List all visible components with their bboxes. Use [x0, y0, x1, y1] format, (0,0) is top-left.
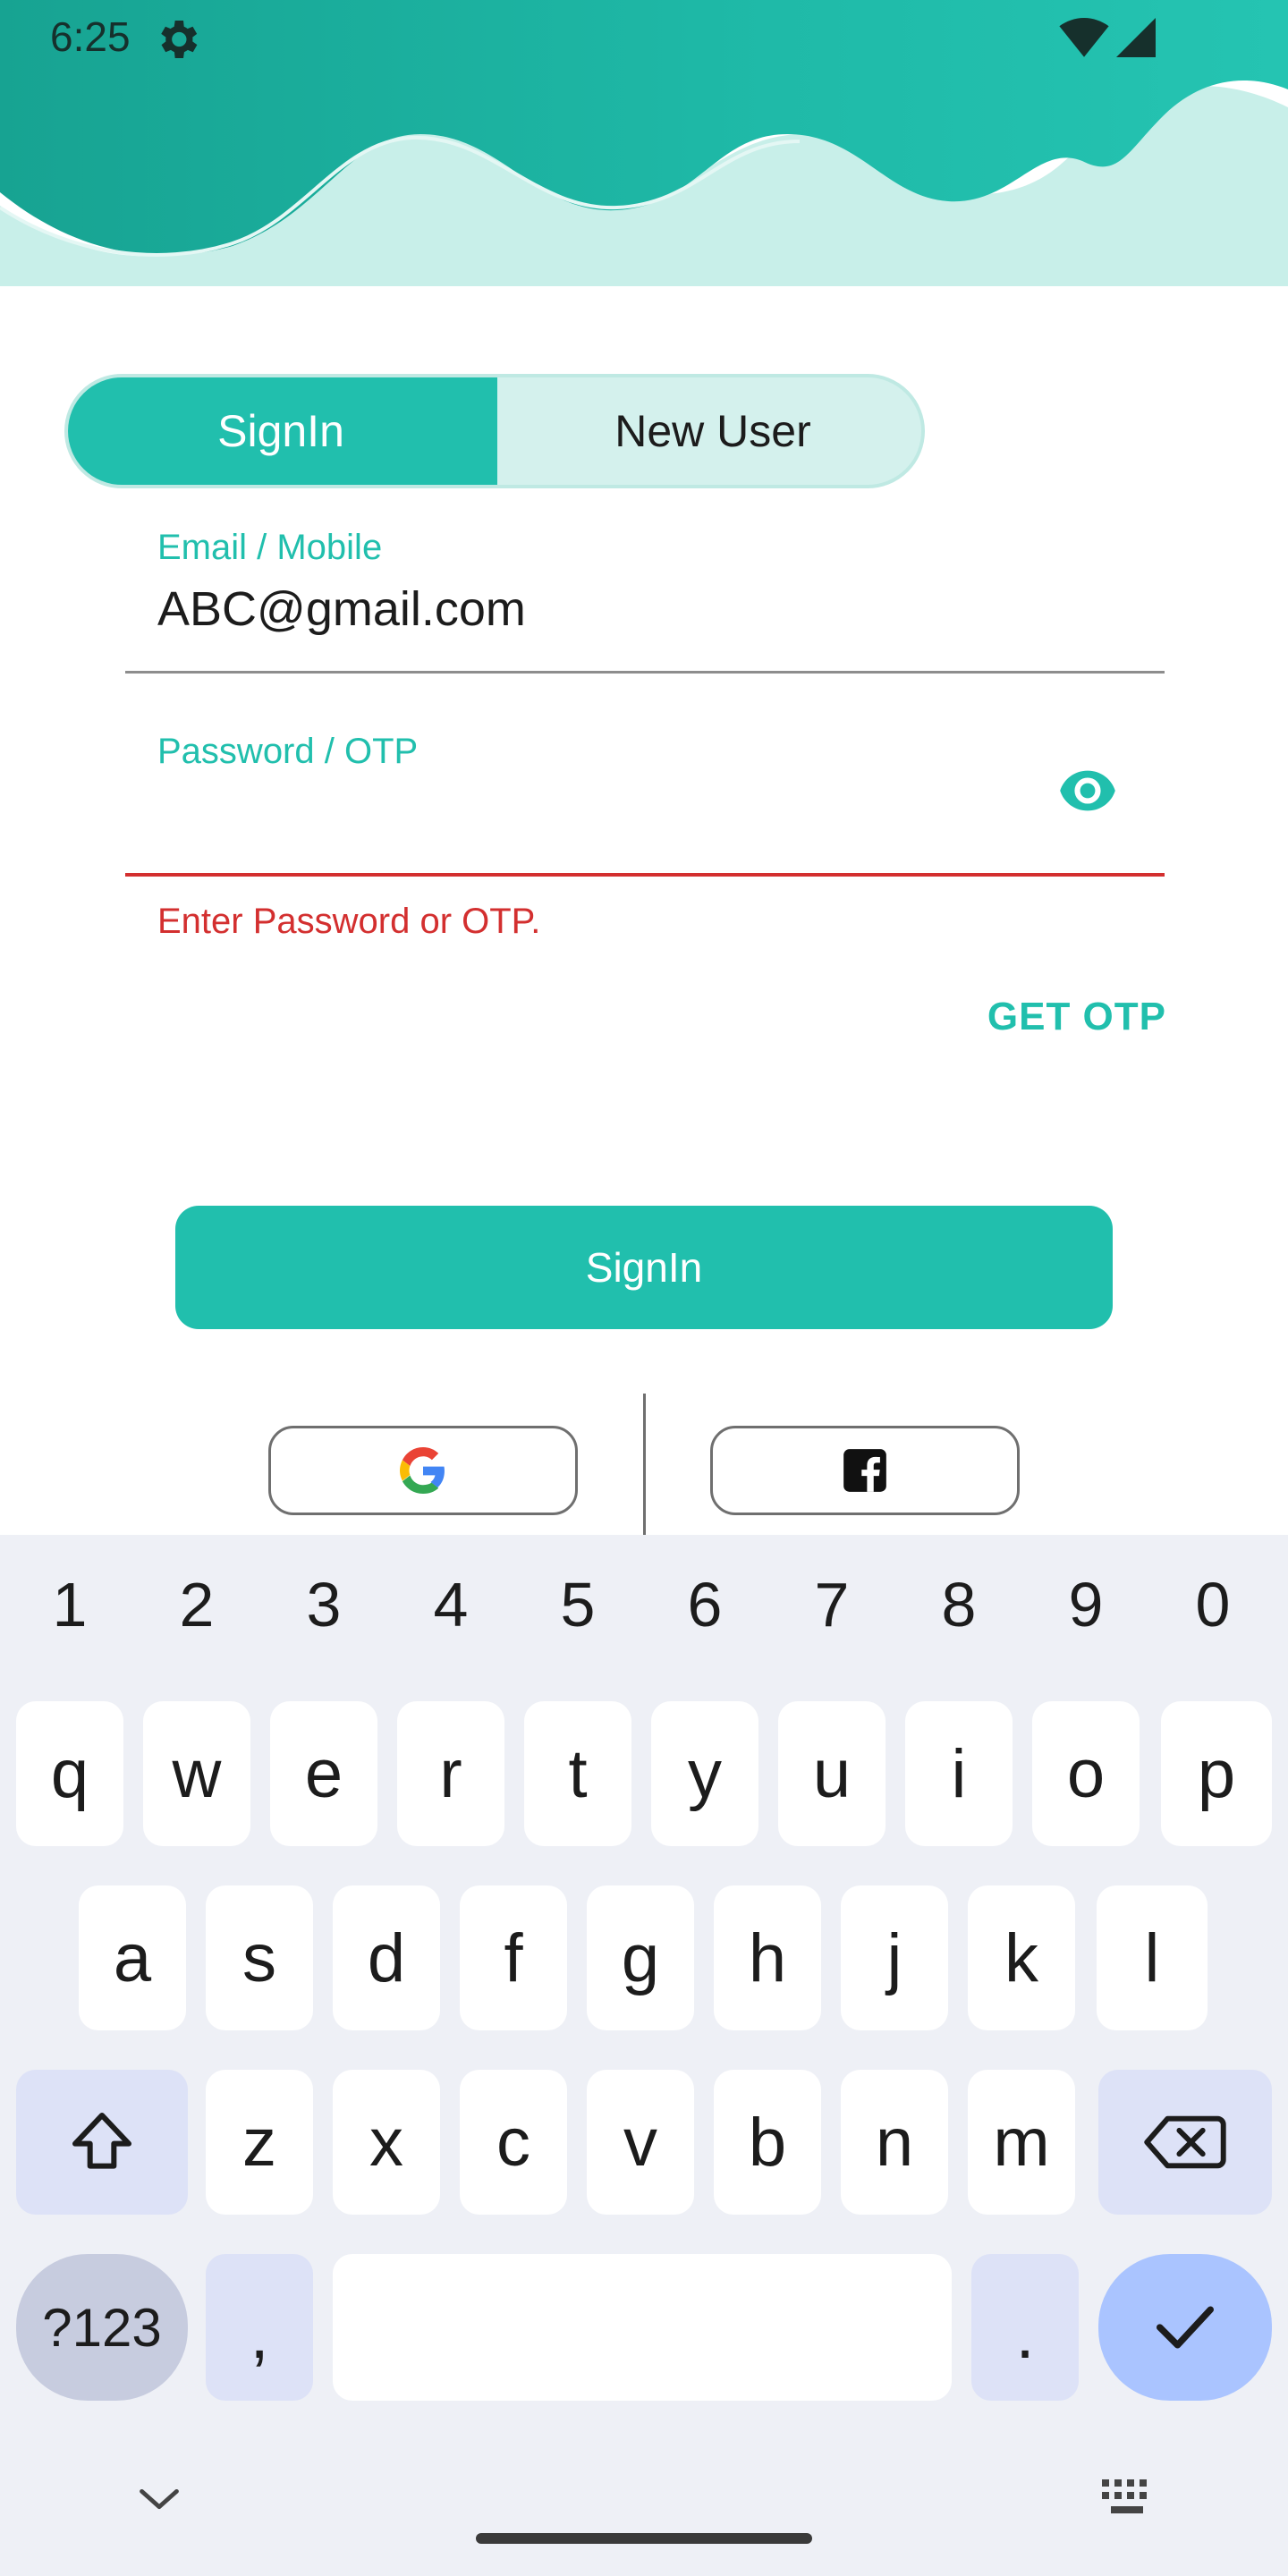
period-key[interactable]: . [971, 2254, 1079, 2401]
key-5[interactable]: 5 [533, 1569, 623, 1640]
key-d[interactable]: d [333, 1885, 440, 2030]
key-s[interactable]: s [206, 1885, 313, 2030]
status-time: 6:25 [50, 13, 131, 60]
shift-key[interactable] [16, 2070, 188, 2215]
signin-newuser-toggle: SignIn New User [64, 374, 925, 488]
space-bar[interactable] [333, 2254, 952, 2401]
key-g[interactable]: g [587, 1885, 694, 2030]
soft-keyboard: 1 2 3 4 5 6 7 8 9 0 [0, 1535, 1288, 2576]
key-q[interactable]: q [16, 1701, 123, 1846]
key-f[interactable]: f [460, 1885, 567, 2030]
tab-new-user[interactable]: New User [497, 377, 921, 485]
keyboard-number-row: 1 2 3 4 5 6 7 8 9 0 [0, 1569, 1288, 1667]
key-h[interactable]: h [714, 1885, 821, 2030]
key-u[interactable]: u [778, 1701, 886, 1846]
password-field-label: Password / OTP [157, 732, 419, 771]
key-9[interactable]: 9 [1041, 1569, 1131, 1640]
hide-keyboard-chevron-icon[interactable] [136, 2481, 182, 2517]
shift-arrow-icon [72, 2113, 131, 2169]
key-m[interactable]: m [968, 2070, 1075, 2215]
key-4[interactable]: 4 [406, 1569, 496, 1640]
key-1[interactable]: 1 [25, 1569, 114, 1640]
password-field-underline [125, 873, 1165, 877]
google-logo-icon [400, 1447, 445, 1494]
email-field-value[interactable]: ABC@gmail.com [157, 581, 526, 637]
key-i[interactable]: i [905, 1701, 1013, 1846]
facebook-logo-icon [843, 1449, 886, 1492]
email-field-label: Email / Mobile [157, 528, 383, 567]
symbols-key[interactable]: ?123 [16, 2254, 188, 2401]
password-error-message: Enter Password or OTP. [157, 902, 541, 941]
key-0[interactable]: 0 [1168, 1569, 1258, 1640]
keyboard-switch-icon[interactable] [1100, 2478, 1157, 2517]
signin-button[interactable]: SignIn [175, 1206, 1113, 1329]
facebook-signin-button[interactable] [710, 1426, 1020, 1515]
key-n[interactable]: n [841, 2070, 948, 2215]
key-7[interactable]: 7 [787, 1569, 877, 1640]
enter-key[interactable] [1098, 2254, 1272, 2401]
backspace-key[interactable] [1098, 2070, 1272, 2215]
key-e[interactable]: e [270, 1701, 377, 1846]
key-k[interactable]: k [968, 1885, 1075, 2030]
cellular-signal-icon [1116, 18, 1156, 57]
key-l[interactable]: l [1097, 1885, 1208, 2030]
key-y[interactable]: y [651, 1701, 758, 1846]
settings-gear-icon [161, 21, 198, 58]
key-8[interactable]: 8 [914, 1569, 1004, 1640]
key-o[interactable]: o [1032, 1701, 1140, 1846]
wifi-icon [1059, 18, 1109, 57]
social-divider [643, 1394, 646, 1537]
key-2[interactable]: 2 [152, 1569, 242, 1640]
key-t[interactable]: t [524, 1701, 631, 1846]
status-bar: 6:25 [0, 0, 1288, 80]
email-field-underline [125, 671, 1165, 674]
key-v[interactable]: v [587, 2070, 694, 2215]
show-password-eye-icon[interactable] [1057, 766, 1118, 816]
key-z[interactable]: z [206, 2070, 313, 2215]
key-b[interactable]: b [714, 2070, 821, 2215]
comma-key[interactable]: , [206, 2254, 313, 2401]
google-signin-button[interactable] [268, 1426, 578, 1515]
key-w[interactable]: w [143, 1701, 250, 1846]
backspace-icon [1144, 2115, 1226, 2169]
tab-signin[interactable]: SignIn [68, 377, 497, 485]
home-indicator[interactable] [476, 2533, 812, 2544]
checkmark-icon [1156, 2306, 1215, 2349]
get-otp-button[interactable]: GET OTP [987, 995, 1166, 1039]
key-p[interactable]: p [1161, 1701, 1272, 1846]
key-6[interactable]: 6 [660, 1569, 750, 1640]
key-j[interactable]: j [841, 1885, 948, 2030]
key-r[interactable]: r [397, 1701, 504, 1846]
key-3[interactable]: 3 [279, 1569, 369, 1640]
key-a[interactable]: a [79, 1885, 186, 2030]
key-x[interactable]: x [333, 2070, 440, 2215]
key-c[interactable]: c [460, 2070, 567, 2215]
